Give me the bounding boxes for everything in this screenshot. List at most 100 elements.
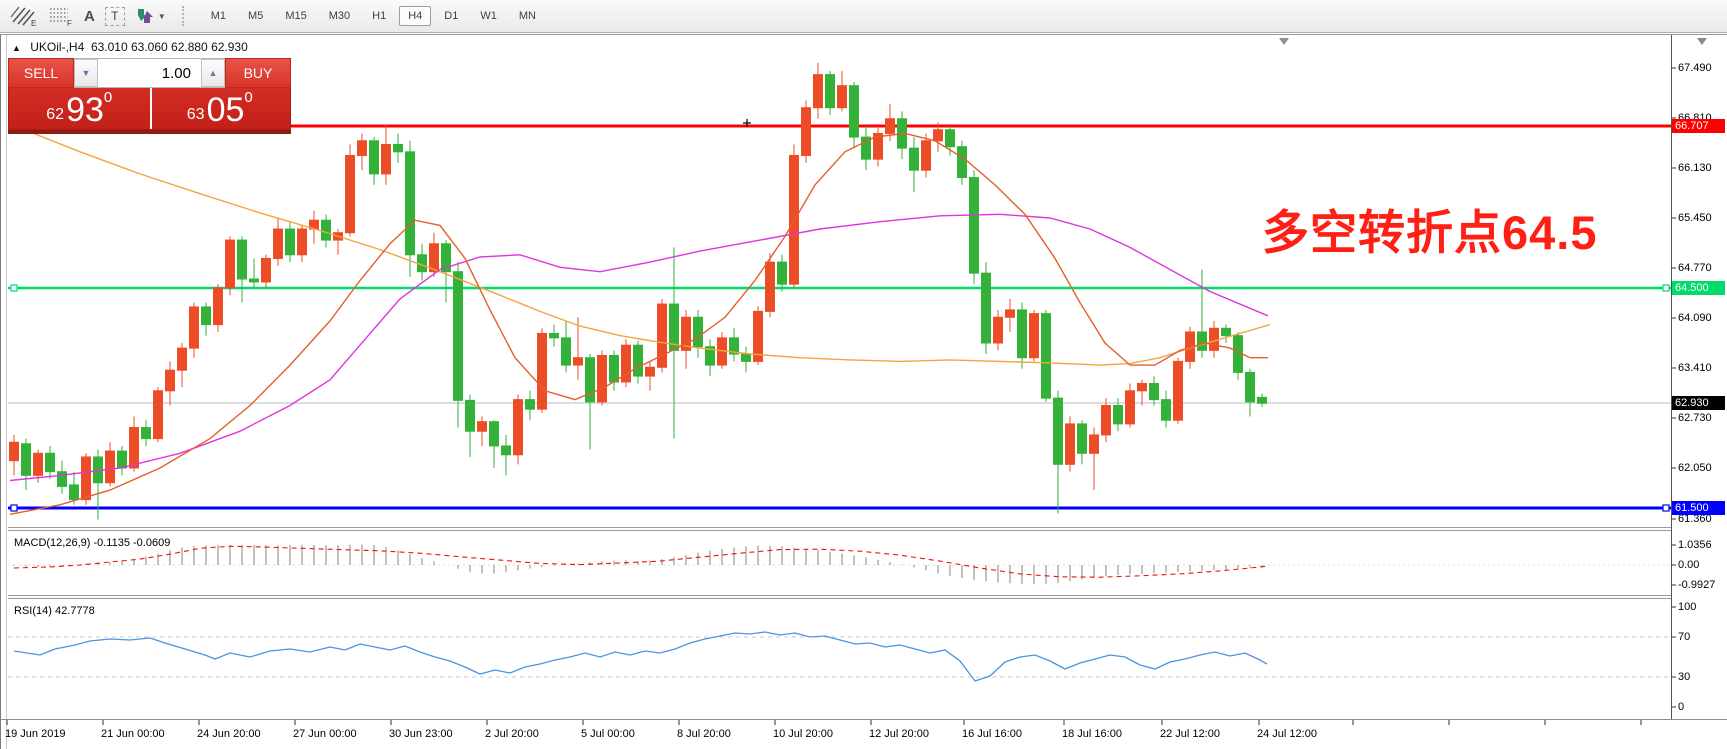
candle-body [370, 141, 379, 174]
candle-body [598, 356, 607, 402]
candle-body [802, 108, 811, 156]
ask-whole: 63 [187, 107, 205, 126]
candle-body [382, 144, 391, 173]
candle-body [1054, 398, 1063, 464]
candle-body [1150, 383, 1159, 399]
candle-body [130, 428, 139, 468]
candle-body [262, 258, 271, 282]
candle-body [934, 130, 943, 141]
candle-body [178, 348, 187, 370]
candle-body [502, 446, 511, 455]
candle-body [1090, 435, 1099, 453]
candle-body [58, 472, 67, 487]
candle-body [1042, 314, 1051, 399]
volume-input[interactable]: 1.00 [98, 59, 201, 87]
candle-body [610, 356, 619, 382]
candle-body [550, 333, 559, 337]
candle-body [466, 400, 475, 431]
candle-body [958, 147, 967, 178]
candle-body [850, 86, 859, 137]
candle-body [478, 422, 487, 432]
rsi-line [14, 632, 1267, 681]
mt4-window: E F A T ▼ M1M5M15M30H1H4D1W1MN [0, 0, 1727, 749]
candle-body [82, 457, 91, 500]
sell-button[interactable]: SELL [8, 58, 74, 88]
candle-body [346, 155, 355, 232]
candle-body [214, 288, 223, 325]
hline-handle-pivot-64.5[interactable] [11, 285, 17, 291]
hline-handle-support-61.5[interactable] [1663, 505, 1669, 511]
candle-body [286, 229, 295, 255]
ask-pips: 05 [207, 94, 245, 126]
candle-body [1030, 314, 1039, 358]
candle-body [970, 178, 979, 274]
candle-body [778, 262, 787, 284]
candle-body [1246, 372, 1255, 401]
candle-body [742, 354, 751, 361]
candle-body [1006, 310, 1015, 317]
volume-decrease-button[interactable]: ▼ [74, 59, 98, 87]
candle-body [826, 75, 835, 108]
candle-body [298, 229, 307, 255]
candle-body [1198, 332, 1207, 350]
candle-body [922, 141, 931, 170]
bid-whole: 62 [46, 107, 64, 126]
candle-body [46, 453, 55, 471]
candle-body [1138, 383, 1147, 390]
candle-body [1174, 361, 1183, 420]
bid-price[interactable]: 62 93 0 [9, 88, 150, 129]
candle-body [766, 262, 775, 311]
price-divider [150, 88, 152, 129]
candle-body [70, 485, 79, 500]
candle-body [34, 453, 43, 475]
candle-body [886, 119, 895, 134]
candle-body [406, 152, 415, 255]
volume-increase-button[interactable]: ▲ [201, 59, 225, 87]
bid-pips: 93 [66, 94, 104, 126]
buy-button[interactable]: BUY [225, 58, 291, 88]
hline-handle-support-61.5[interactable] [11, 505, 17, 511]
candle-body [838, 86, 847, 108]
candle-body [1258, 397, 1267, 403]
candle-body [514, 400, 523, 455]
candle-body [1210, 328, 1219, 350]
candle-body [358, 141, 367, 156]
trade-panel: SELL ▼ 1.00 ▲ BUY 62 93 0 63 05 0 [8, 58, 291, 134]
candle-body [154, 391, 163, 439]
candle-body [910, 148, 919, 170]
candle-body [274, 229, 283, 258]
candle-body [238, 240, 247, 279]
macd-signal-line [14, 546, 1267, 577]
candle-body [430, 244, 439, 272]
candle-body [694, 317, 703, 346]
candle-body [202, 307, 211, 325]
candle-body [322, 220, 331, 240]
hline-handle-pivot-64.5[interactable] [1663, 285, 1669, 291]
candle-body [562, 338, 571, 365]
candle-body [454, 272, 463, 401]
bid-point: 0 [104, 90, 112, 105]
candle-body [946, 130, 955, 147]
candle-body [994, 317, 1003, 343]
candle-body [634, 345, 643, 376]
scale-marker-icon[interactable] [1697, 38, 1707, 45]
chart-shift-marker-icon[interactable] [1279, 38, 1289, 45]
candle-body [190, 307, 199, 348]
ask-point: 0 [244, 90, 252, 105]
candle-body [142, 428, 151, 439]
candle-body [574, 358, 583, 365]
candle-body [1222, 328, 1231, 335]
ma-orange-line [30, 132, 1270, 365]
candle-body [394, 144, 403, 151]
candle-body [1162, 400, 1171, 421]
candle-body [526, 400, 535, 410]
candle-body [10, 442, 19, 460]
candle-body [22, 444, 31, 476]
candle-body [118, 451, 127, 468]
candle-body [1126, 391, 1135, 424]
candle-body [814, 75, 823, 108]
candle-body [982, 273, 991, 343]
ask-price[interactable]: 63 05 0 [150, 88, 291, 129]
candle-body [1066, 424, 1075, 464]
candle-body [646, 367, 655, 376]
